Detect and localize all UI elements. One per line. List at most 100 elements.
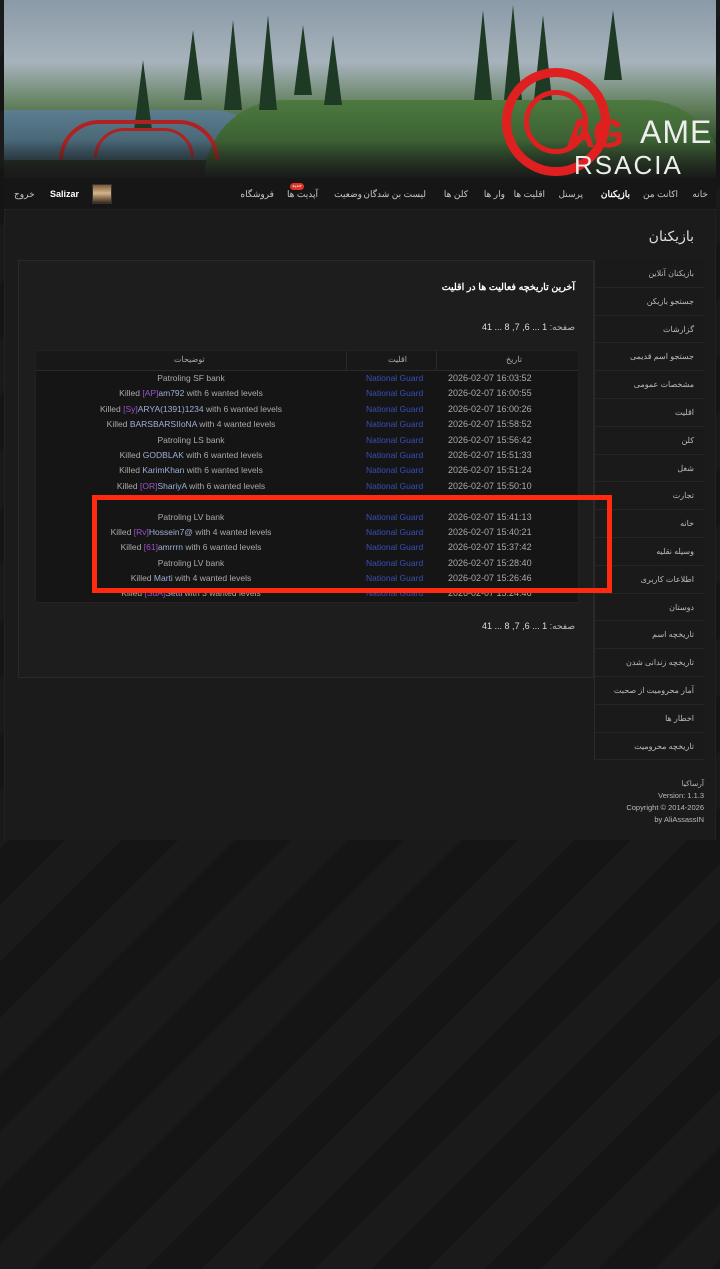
row-desc-suffix: with 4 wanted levels (196, 419, 276, 430)
nav-item-players[interactable]: بازیکنان (601, 189, 630, 200)
page-title: بازیکنان (648, 228, 694, 244)
sidebar-item-old-name-search[interactable]: جستجو اسم قدیمی (595, 343, 704, 372)
row-desc-prefix: Killed (116, 480, 140, 491)
row-player-name[interactable]: ShariyA (157, 481, 186, 491)
sidebar-item-ban-history[interactable]: تاریخچه محرومیت (595, 733, 704, 761)
nav-item-my-account[interactable]: اکانت من (643, 189, 678, 200)
table-row: 2026-02-07 16:03:52 National Guard Patroli… (36, 371, 578, 386)
table-row: 2026-02-07 16:00:55 National Guard Killed … (36, 386, 578, 401)
pager-pages[interactable]: 1 ... 6, 7, 8 ... 41 (482, 621, 547, 631)
new-badge: جدید (290, 183, 304, 190)
row-player-name[interactable]: BARSBARSIIoNA (130, 419, 197, 429)
row-faction-link[interactable]: National Guard (366, 373, 466, 383)
faction-activity-panel: آخرین تاریخچه فعالیت ها در اقلیت صفحه: 1… (18, 260, 594, 678)
highlight-box (92, 495, 612, 593)
banner-tree (294, 25, 312, 95)
header-faction: اقلیت (388, 355, 407, 364)
row-description: Killed [Sy]ARYA(1391)1234 with 6 wanted … (36, 404, 346, 414)
nav-item-factions[interactable]: اقلیت ها (514, 189, 545, 200)
nav-item-ban-list[interactable]: لیست بن شدگان (363, 189, 426, 200)
row-faction-link[interactable]: National Guard (366, 419, 466, 429)
table-row: 2026-02-07 15:51:33 National Guard Killed … (36, 448, 578, 463)
row-description: Killed [AP]am792 with 6 wanted levels (36, 388, 346, 398)
sidebar-item-faction[interactable]: اقلیت (595, 399, 704, 427)
row-player-name[interactable]: am792 (158, 388, 184, 398)
row-faction-link[interactable]: National Guard (366, 450, 466, 460)
header-banner: AG AME RSACIA (4, 0, 716, 178)
nav-item-clans[interactable]: کلن ها (444, 189, 468, 200)
banner-tree (259, 15, 277, 110)
row-desc-suffix: with 6 wanted levels (186, 480, 266, 491)
sidebar-item-mute-stats[interactable]: آمار محرومیت از صحبت (595, 677, 704, 705)
row-faction-link[interactable]: National Guard (366, 465, 466, 475)
row-description: Killed [OR]ShariyA with 6 wanted levels (36, 481, 346, 491)
nav-item-updates[interactable]: آپدیت ها (287, 189, 318, 200)
footer-copyright: Copyright © 2014-2026 (626, 803, 704, 812)
footer-version: Version: 1.1.3 (658, 791, 704, 800)
sidebar-item-name-history[interactable]: تاریخچه اسم (595, 621, 704, 650)
row-faction-link[interactable]: National Guard (366, 481, 466, 491)
sidebar-item-warnings[interactable]: اخطار ها (595, 705, 704, 733)
row-description: Killed KarimKhan with 6 wanted levels (36, 465, 346, 475)
table-row: 2026-02-07 15:50:10 National Guard Killed … (36, 479, 578, 494)
nav-item-home[interactable]: خانه (692, 189, 708, 200)
table-header: تاریخ اقلیت توضیحات (36, 351, 578, 371)
sidebar-item-job[interactable]: شغل (595, 455, 704, 483)
row-desc-suffix: with 6 wanted levels (183, 449, 263, 460)
pager-pages[interactable]: 1 ... 6, 7, 8 ... 41 (482, 322, 547, 332)
logo-rsacia: RSACIA (574, 150, 683, 178)
nav-item-status[interactable]: وضعیت (334, 189, 362, 200)
avatar[interactable] (92, 184, 112, 204)
main-nav: خانه اکانت من بازیکنان پرسنل اقلیت ها وا… (4, 178, 716, 210)
footer: آرساکیا Version: 1.1.3 Copyright © 2014-… (626, 778, 704, 826)
pager-label: صفحه: (549, 621, 575, 631)
nav-item-shop[interactable]: فروشگاه (240, 189, 274, 200)
row-faction-link[interactable]: National Guard (366, 404, 466, 414)
row-desc-prefix: Killed (119, 449, 143, 460)
row-description: Patroling LS bank (36, 435, 346, 445)
row-desc-prefix: Patroling SF bank (157, 373, 225, 383)
row-player-name[interactable]: ARYA(1391)1234 (138, 404, 204, 414)
sidebar-item-public-profile[interactable]: مشخصات عمومی (595, 371, 704, 399)
header-date: تاریخ (506, 355, 522, 364)
nav-item-staff[interactable]: پرسنل (558, 189, 583, 200)
row-desc-suffix: with 6 wanted levels (184, 388, 263, 399)
row-faction-link[interactable]: National Guard (366, 435, 466, 445)
row-description: Killed BARSBARSIIoNA with 4 wanted level… (36, 419, 346, 429)
sidebar-item-search-player[interactable]: جستجو بازیکن (595, 288, 704, 316)
row-faction-link[interactable]: National Guard (366, 388, 466, 398)
logo-ame: AME (640, 114, 713, 150)
row-desc-prefix: Killed (99, 403, 124, 414)
banner-tree (474, 10, 492, 100)
sidebar-item-friends[interactable]: دوستان (595, 594, 704, 622)
banner-tree (324, 35, 342, 105)
logout-link[interactable]: خروج (14, 189, 35, 200)
sidebar-item-online-players[interactable]: بازیکنان آنلاین (595, 260, 704, 288)
pager-label: صفحه: (549, 322, 575, 332)
table-row: 2026-02-07 15:58:52 National Guard Killed … (36, 417, 578, 432)
sidebar-item-reports[interactable]: گزارشات (595, 316, 704, 344)
row-description: Patroling SF bank (36, 373, 346, 383)
row-player-name[interactable]: KarimKhan (142, 465, 184, 475)
sidebar-item-jail-history[interactable]: تاریخچه زندانی شدن (595, 649, 704, 677)
table-row: 2026-02-07 15:56:42 National Guard Patroli… (36, 433, 578, 448)
username[interactable]: Salizar (50, 189, 79, 199)
row-desc-suffix: with 6 wanted levels (184, 465, 263, 476)
nav-item-wars[interactable]: وار ها (484, 189, 505, 200)
pagination-top: صفحه: 1 ... 6, 7, 8 ... 41 (482, 322, 575, 333)
sidebar-item-clan[interactable]: کلن (595, 427, 704, 455)
row-desc-suffix: with 6 wanted levels (203, 403, 283, 414)
site-logo[interactable]: AG AME RSACIA (502, 62, 713, 178)
row-player-name[interactable]: GODBLAK (143, 450, 184, 460)
table-row: 2026-02-07 16:00:26 National Guard Killed … (36, 402, 578, 417)
row-player-tag: [Sy] (123, 403, 138, 414)
pagination-bottom: صفحه: 1 ... 6, 7, 8 ... 41 (482, 621, 575, 632)
footer-author: by AliAssassIN (654, 815, 704, 824)
panel-title: آخرین تاریخچه فعالیت ها در اقلیت (441, 282, 575, 293)
row-desc-prefix: Killed (119, 388, 143, 399)
header-description: توضیحات (174, 355, 205, 364)
row-desc-prefix: Patroling LS bank (157, 434, 225, 445)
footer-title: آرساکیا (681, 779, 704, 788)
row-desc-prefix: Killed (106, 419, 130, 430)
banner-tree (224, 20, 242, 110)
